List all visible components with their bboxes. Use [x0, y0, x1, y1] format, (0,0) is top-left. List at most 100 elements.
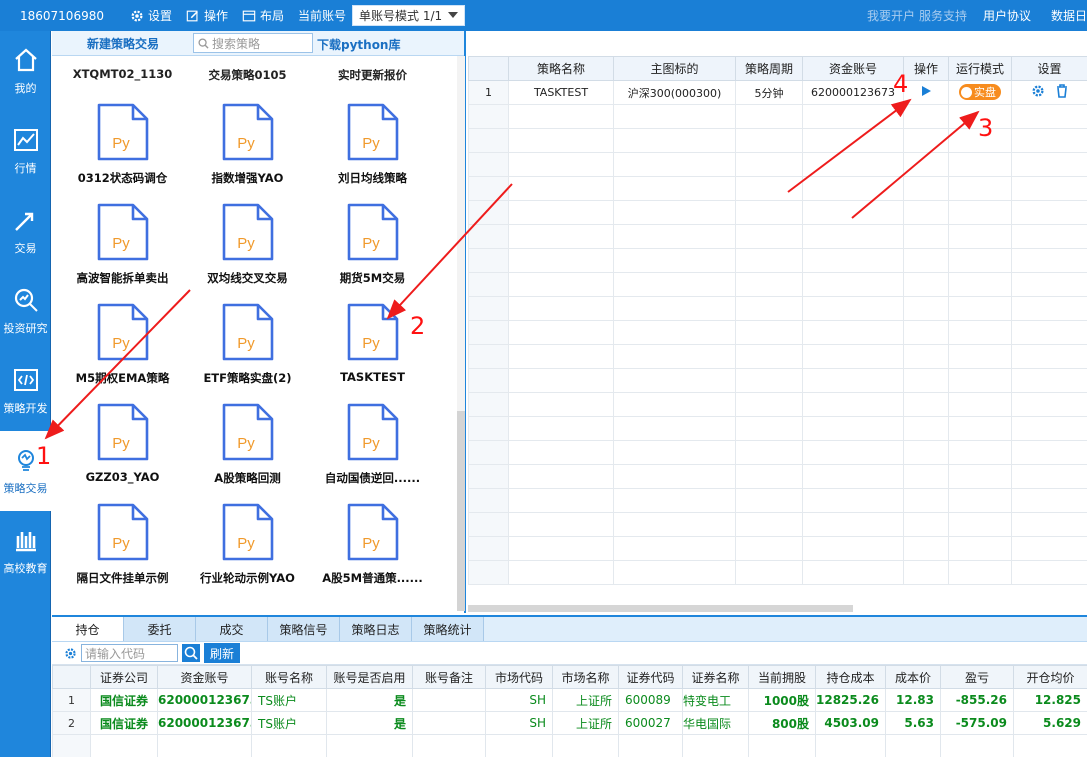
- task-table-hscroll[interactable]: [468, 605, 853, 612]
- agreement-link[interactable]: 用户协议: [983, 7, 1031, 24]
- strategy-file[interactable]: Py 刘日均线策略: [310, 102, 435, 186]
- col-header[interactable]: 账号备注: [412, 665, 486, 689]
- nav-strategy-dev[interactable]: 策略开发: [0, 351, 51, 431]
- tab-trades[interactable]: 成交: [196, 617, 268, 641]
- tab-logs[interactable]: 策略日志: [340, 617, 412, 641]
- home-icon: [14, 48, 37, 72]
- gear-icon[interactable]: [1031, 84, 1045, 98]
- empty-row: [468, 296, 1087, 321]
- empty-cell: [613, 272, 736, 297]
- tab-stats[interactable]: 策略统计: [412, 617, 484, 641]
- empty-cell: [613, 128, 736, 153]
- position-row[interactable]: 2 国信证券 620000123673 TS账户是 SH 上证所 600027 华电国际 800…: [52, 711, 1087, 735]
- strategy-file[interactable]: Py M5期权EMA策略: [60, 302, 185, 386]
- col-header[interactable]: 设置: [1011, 56, 1087, 81]
- empty-cell: [735, 272, 803, 297]
- operate-menu[interactable]: 操作: [186, 7, 228, 24]
- col-header[interactable]: 成本价: [885, 665, 941, 689]
- empty-cell: [802, 320, 904, 345]
- col-header[interactable]: 操作: [903, 56, 949, 81]
- strategy-file[interactable]: Py 高波智能拆单卖出: [60, 202, 185, 286]
- live-mode-toggle[interactable]: 实盘: [959, 84, 1001, 101]
- strategy-file[interactable]: Py ETF策略实盘(2): [185, 302, 310, 386]
- strategy-file[interactable]: Py 双均线交叉交易: [185, 202, 310, 286]
- strategy-file[interactable]: Py 行业轮动示例YAO: [185, 502, 310, 586]
- code-search-input[interactable]: 请输入代码: [81, 644, 178, 662]
- strategy-file[interactable]: Py 指数增强YAO: [185, 102, 310, 186]
- strategy-file[interactable]: Py A股5M普通策......: [310, 502, 435, 586]
- scrollbar-thumb[interactable]: [457, 411, 465, 611]
- empty-cell: [802, 344, 904, 369]
- code-cell: 600089: [618, 688, 683, 712]
- nav-research[interactable]: 投资研究: [0, 271, 51, 351]
- strategy-file[interactable]: Py 期货5M交易: [310, 202, 435, 286]
- open-account-link[interactable]: 我要开户: [867, 7, 915, 24]
- empty-cell: [468, 200, 509, 225]
- nav-my[interactable]: 我的: [0, 31, 51, 111]
- tab-orders[interactable]: 委托: [124, 617, 196, 641]
- strategy-file[interactable]: Py A股策略回测: [185, 402, 310, 486]
- tab-positions[interactable]: 持仓: [52, 617, 124, 641]
- col-header[interactable]: 开仓均价: [1013, 665, 1087, 689]
- py-text: Py: [362, 135, 380, 152]
- play-icon[interactable]: [921, 86, 931, 96]
- strategy-file-name: M5期权EMA策略: [75, 371, 170, 385]
- col-header[interactable]: 当前拥股: [748, 665, 816, 689]
- tab-signals[interactable]: 策略信号: [268, 617, 340, 641]
- empty-cell: [508, 512, 614, 537]
- nav-education[interactable]: 高校教育: [0, 511, 51, 591]
- strategy-file-caption[interactable]: 交易策略0105: [185, 67, 310, 83]
- row-number: 2: [52, 711, 91, 735]
- cost-cell: 4503.09: [815, 711, 886, 735]
- col-header[interactable]: 运行模式: [948, 56, 1012, 81]
- empty-cell: [468, 296, 509, 321]
- service-link[interactable]: 服务支持: [919, 7, 967, 24]
- col-header[interactable]: 账号名称: [251, 665, 327, 689]
- col-header[interactable]: 市场名称: [552, 665, 619, 689]
- empty-cell: [468, 560, 509, 585]
- empty-cell: [735, 128, 803, 153]
- col-header[interactable]: 账号是否启用: [326, 665, 413, 689]
- trash-icon[interactable]: [1056, 84, 1068, 98]
- strategy-file-caption[interactable]: XTQMT02_1130: [60, 67, 185, 81]
- empty-cell: [1011, 104, 1087, 129]
- nav-label: 行情: [14, 162, 37, 175]
- empty-cell: [613, 464, 736, 489]
- col-header[interactable]: 证券名称: [682, 665, 749, 689]
- download-python-link[interactable]: 下载python库: [317, 36, 400, 53]
- col-header[interactable]: 证券公司: [90, 665, 158, 689]
- task-row[interactable]: 1 TASKTEST 沪深300(000300) 5分钟 62000012367…: [468, 80, 1087, 105]
- settings-menu[interactable]: 设置: [130, 7, 172, 24]
- col-header[interactable]: 持仓成本: [815, 665, 886, 689]
- strategy-panel: 新建策略交易 搜索策略 下载python库 XTQMT02_1130 交易策略01…: [52, 31, 466, 613]
- gear-icon[interactable]: [64, 647, 77, 660]
- account-mode-select[interactable]: 单账号模式 1/1: [352, 5, 466, 26]
- code-search-button[interactable]: [182, 644, 200, 662]
- strategy-file[interactable]: Py 隔日文件挂单示例: [60, 502, 185, 586]
- col-header[interactable]: 资金账号: [802, 56, 904, 81]
- strategy-file[interactable]: Py 0312状态码调仓: [60, 102, 185, 186]
- nav-trade[interactable]: 交易: [0, 191, 51, 271]
- col-header[interactable]: 策略周期: [735, 56, 803, 81]
- positions-table: 证券公司 资金账号 账号名称 账号是否启用 账号备注 市场代码 市场名称 证券代码 证券名称 当前…: [52, 665, 1087, 757]
- strategy-file-caption[interactable]: 实时更新报价: [310, 67, 435, 83]
- python-file-icon: Py: [221, 202, 275, 262]
- py-text: Py: [112, 235, 130, 252]
- col-header[interactable]: 策略名称: [508, 56, 614, 81]
- col-header[interactable]: 盈亏: [940, 665, 1014, 689]
- strategy-file[interactable]: Py 自动国债逆回......: [310, 402, 435, 486]
- strategy-search-input[interactable]: 搜索策略: [193, 33, 313, 53]
- data-link[interactable]: 数据日: [1051, 7, 1087, 24]
- col-header[interactable]: 资金账号: [157, 665, 252, 689]
- nav-market[interactable]: 行情: [0, 111, 51, 191]
- file-grid-scrollbar[interactable]: [457, 56, 465, 611]
- layout-menu[interactable]: 布局: [242, 7, 284, 24]
- col-header[interactable]: 主图标的: [613, 56, 736, 81]
- refresh-button[interactable]: 刷新: [204, 643, 241, 663]
- new-strategy-link[interactable]: 新建策略交易: [87, 35, 159, 52]
- col-header[interactable]: 证券代码: [618, 665, 683, 689]
- strategy-file[interactable]: Py GZZ03_YAO: [60, 402, 185, 484]
- empty-cell: [613, 152, 736, 177]
- col-header[interactable]: 市场代码: [485, 665, 553, 689]
- position-row[interactable]: 1 国信证券 620000123673 TS账户是 SH 上证所 600089 特变电工 100…: [52, 688, 1087, 712]
